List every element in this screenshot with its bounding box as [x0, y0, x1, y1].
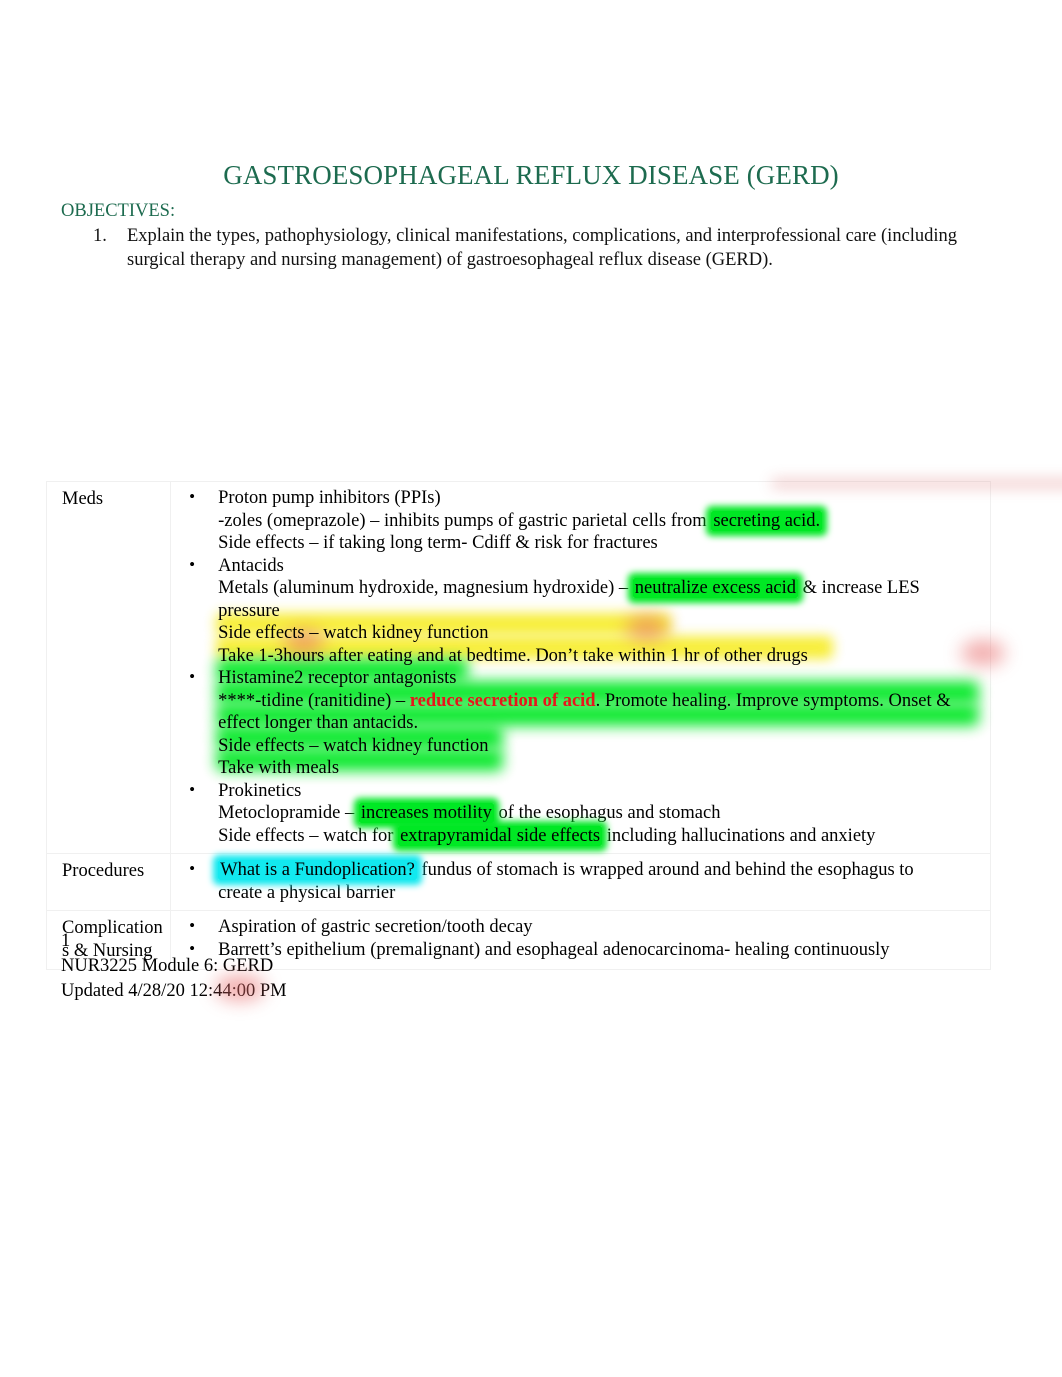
cyan-highlight: What is a Fundoplication? — [218, 860, 417, 880]
objectives-list: 1. Explain the types, pathophysiology, c… — [61, 224, 1001, 272]
row-body-cell: Proton pump inhibitors (PPIs) -zoles (om… — [170, 479, 1062, 854]
row-body-cell: Aspiration of gastric secretion/tooth de… — [170, 910, 991, 970]
green-highlight: secreting acid. — [711, 510, 823, 531]
bullet-line: Antacids — [218, 555, 284, 576]
bullet-line: Take with meals — [218, 758, 340, 778]
text-segment: Metals (aluminum hydroxide, magnesium hy… — [218, 578, 633, 598]
bullet-line: Metals (aluminum hydroxide, magnesium hy… — [218, 577, 984, 622]
text-segment: ****-tidine (ranitidine) – — [218, 690, 410, 711]
document-page: GASTROESOPHAGEAL REFLUX DISEASE (GERD) O… — [0, 0, 1062, 1377]
row-label-meds: Meds — [62, 489, 104, 509]
bullet-line: What is a Fundoplication? fundus of stom… — [218, 859, 984, 882]
list-item: What is a Fundoplication? fundus of stom… — [171, 858, 984, 904]
bullet-line: Side effects – watch kidney function — [218, 735, 489, 756]
complications-bullet-list: Aspiration of gastric secretion/tooth de… — [171, 915, 984, 962]
table-row: Meds • Proton pump inhibitors (PPIs) -zo… — [45, 479, 1062, 854]
text-segment: including hallucinations and anxiety — [602, 825, 876, 846]
list-item: Prokinetics Metoclopramide – increases m… — [171, 779, 984, 848]
meds-bullet-list: Proton pump inhibitors (PPIs) -zoles (om… — [171, 486, 984, 848]
bullet-line: -zoles (omeprazole) – inhibits pumps of … — [218, 510, 984, 533]
text-segment: fundus of stomach is wrapped around and … — [416, 860, 914, 880]
text-segment: Metoclopramide – — [218, 803, 359, 823]
procedures-content: What is a Fundoplication? fundus of stom… — [171, 854, 990, 910]
list-item: Proton pump inhibitors (PPIs) -zoles (om… — [171, 486, 984, 555]
text-segment: -zoles (omeprazole) – inhibits pumps of … — [218, 510, 712, 531]
text-segment: of the esophagus and stomach — [493, 803, 721, 823]
gerd-content-table: Meds • Proton pump inhibitors (PPIs) -zo… — [45, 479, 1062, 970]
page-title: GASTROESOPHAGEAL REFLUX DISEASE (GERD) — [223, 160, 839, 190]
red-emphasis-text: reduce secretion of acid — [409, 690, 596, 711]
row-label-procedures: Procedures — [62, 861, 145, 881]
list-item: Histamine2 receptor antagonists ****-tid… — [171, 666, 984, 780]
complications-content: Aspiration of gastric secretion/tooth de… — [171, 911, 990, 967]
bullet-line: Side effects – watch kidney function — [218, 622, 984, 645]
text-segment: watch kidney function — [323, 623, 489, 643]
row-label-cell: Meds — [45, 481, 172, 854]
footer-page-number: 1 — [61, 931, 71, 951]
bullet-line: Histamine2 receptor antagonists — [218, 668, 457, 688]
meds-content: Proton pump inhibitors (PPIs) -zoles (om… — [171, 479, 1062, 853]
bullet-line: Side effects – if taking long term- Cdif… — [218, 533, 658, 553]
bullet-line: ****-tidine (ranitidine) – reduce secret… — [218, 690, 984, 713]
bullet-line: Proton pump inhibitors (PPIs) — [218, 488, 441, 508]
list-item: Antacids Metals (aluminum hydroxide, mag… — [171, 554, 984, 668]
bullet-line: Barrett’s epithelium (premalignant) and … — [218, 939, 890, 960]
green-highlight: neutralize excess acid — [632, 578, 799, 598]
bullet-line: Metoclopramide – increases motility of t… — [218, 802, 984, 825]
objective-item: 1. Explain the types, pathophysiology, c… — [61, 224, 1001, 272]
row-label-cell: Procedures — [45, 853, 172, 911]
text-segment: . Promote healing. Improve symptoms. Ons… — [595, 690, 951, 711]
text-segment: Side effects – watch for — [218, 825, 399, 846]
footer-updated: Updated 4/28/20 12:44:00 PM — [61, 981, 287, 1001]
page-footer: 1 NUR3225 Module 6: GERD Updated 4/28/20… — [61, 929, 287, 1004]
objective-number: 1. — [93, 226, 107, 246]
list-item: Barrett’s epithelium (premalignant) and … — [171, 938, 984, 962]
bullet-line: create a physical barrier — [218, 882, 396, 903]
footer-course: NUR3225 Module 6: GERD — [61, 956, 274, 976]
green-highlight: increases motility — [358, 803, 494, 823]
bullet-line: Take 1-3hours after eating and at bedtim… — [218, 645, 808, 666]
bullet-line: Side effects – watch for extrapyramidal … — [218, 825, 984, 848]
list-item: Aspiration of gastric secretion/tooth de… — [171, 915, 984, 939]
bullet-line: effect longer than antacids. — [218, 713, 419, 733]
bullet-line: Prokinetics — [218, 780, 302, 801]
bullet-line: Aspiration of gastric secretion/tooth de… — [218, 917, 533, 937]
table-row: Procedures What is a Fundoplication? fun… — [45, 853, 991, 911]
procedures-bullet-list: What is a Fundoplication? fundus of stom… — [171, 858, 984, 904]
text-segment: Side effects – — [218, 623, 324, 643]
objective-text: Explain the types, pathophysiology, clin… — [127, 226, 958, 270]
row-body-cell: What is a Fundoplication? fundus of stom… — [170, 853, 991, 911]
green-highlight: extrapyramidal side effects — [398, 825, 603, 846]
objectives-heading: OBJECTIVES: — [61, 201, 176, 221]
